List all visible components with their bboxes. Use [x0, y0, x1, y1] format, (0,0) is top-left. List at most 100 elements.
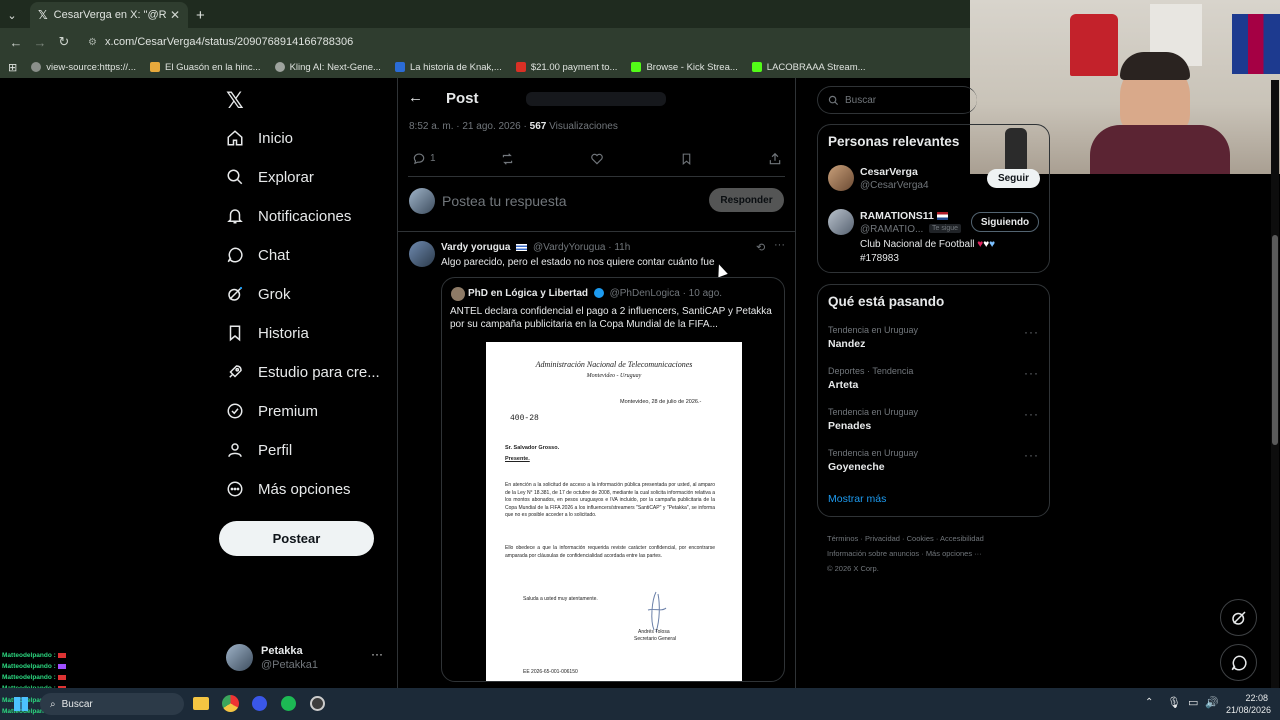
- more-icon[interactable]: ···: [1024, 448, 1039, 462]
- more-icon[interactable]: ···: [1024, 366, 1039, 380]
- reply-author[interactable]: Vardy yorugua: [441, 242, 510, 253]
- grok-small-icon[interactable]: ⟲: [756, 241, 765, 254]
- tab-title: CesarVerga en X: "@RAMATION: [53, 9, 166, 21]
- trend-item[interactable]: Tendencia en Uruguay Goyeneche ···: [818, 446, 1049, 486]
- document-image[interactable]: Administración Nacional de Telecomunicac…: [486, 342, 742, 681]
- trend-item[interactable]: Tendencia en Uruguay Penades ···: [818, 405, 1049, 445]
- show-more-link[interactable]: Mostrar más: [828, 493, 886, 505]
- nav-creator-studio[interactable]: Estudio para cre...: [226, 363, 380, 381]
- chat-line: Matteodelpando :: [2, 663, 66, 670]
- nav-chat[interactable]: Chat: [226, 246, 290, 264]
- clock[interactable]: 22:08 21/08/2026: [1226, 692, 1271, 716]
- share-icon[interactable]: [768, 152, 782, 166]
- taskbar-search[interactable]: ⌕ Buscar: [40, 693, 184, 715]
- apps-icon[interactable]: ⊞: [8, 61, 17, 74]
- avatar: [828, 209, 854, 235]
- network-icon[interactable]: ▭: [1188, 696, 1198, 709]
- footer-link[interactable]: Privacidad: [865, 534, 900, 543]
- messages-fab[interactable]: [1220, 644, 1257, 681]
- new-tab-button[interactable]: +: [188, 2, 213, 28]
- jersey-barcelona: [1232, 14, 1280, 74]
- footer-link[interactable]: Accesibilidad: [940, 534, 984, 543]
- trend-item[interactable]: Tendencia en Uruguay Nandez ···: [818, 323, 1049, 363]
- doc-closing: Saluda a usted muy atentamente.: [523, 596, 598, 602]
- person-hair: [1120, 52, 1190, 80]
- doc-paragraph-1: En atención a la solicitud de acceso a l…: [505, 482, 715, 518]
- nav-premium[interactable]: Premium: [226, 402, 318, 420]
- signature-icon: [647, 591, 667, 633]
- obs-icon[interactable]: [310, 696, 325, 711]
- account-switcher[interactable]: Petakka @Petakka1 ···: [226, 643, 386, 673]
- person-name[interactable]: CesarVerga: [860, 166, 918, 178]
- more-icon[interactable]: ···: [1024, 325, 1039, 339]
- tray-chevron-icon[interactable]: ⌃: [1145, 697, 1153, 708]
- bookmark-1[interactable]: view-source:https://...: [31, 62, 136, 73]
- scrollbar[interactable]: [1271, 80, 1279, 688]
- site-info-icon[interactable]: ⚙: [88, 37, 97, 48]
- like-icon[interactable]: [590, 152, 604, 166]
- person-name[interactable]: RAMATIONS11: [860, 210, 948, 222]
- chat-line: Matteodelpando :: [2, 652, 66, 659]
- bookmark-5[interactable]: $21.00 payment to...: [515, 62, 617, 73]
- bookmark-7[interactable]: LACOBRAAA Stream...: [751, 62, 866, 73]
- browser-tab[interactable]: 𝕏 CesarVerga en X: "@RAMATION ✕: [30, 2, 188, 28]
- nav-notifications[interactable]: Notificaciones: [226, 207, 351, 225]
- back-icon[interactable]: ←: [4, 35, 28, 50]
- nav-more[interactable]: Más opciones: [226, 480, 351, 498]
- x-logo-icon[interactable]: 𝕏: [226, 88, 244, 114]
- chat-icon: [1231, 654, 1247, 670]
- more-icon[interactable]: ···: [1024, 407, 1039, 421]
- chrome-icon[interactable]: [222, 695, 239, 712]
- spotify-icon[interactable]: [281, 696, 296, 711]
- x-favicon-icon: 𝕏: [38, 8, 48, 22]
- tab-list-button[interactable]: ⌄: [0, 2, 24, 28]
- footer-link[interactable]: Información sobre anuncios: [827, 549, 919, 558]
- reply-input[interactable]: Postea tu respuesta: [442, 193, 567, 209]
- forward-icon[interactable]: →: [28, 35, 52, 50]
- bell-icon: [227, 209, 243, 224]
- nav-profile[interactable]: Perfil: [226, 441, 292, 459]
- windows-start-icon[interactable]: [14, 697, 28, 711]
- scrollbar-thumb[interactable]: [1272, 235, 1278, 445]
- more-icon[interactable]: ···: [774, 239, 785, 251]
- back-arrow-icon[interactable]: ←: [408, 89, 423, 106]
- reply-action[interactable]: 1: [412, 151, 436, 165]
- quote-card[interactable]: PhD en Lógica y Libertad @PhDenLogica · …: [441, 277, 785, 682]
- ea-icon[interactable]: [252, 696, 267, 711]
- following-button[interactable]: Siguiendo: [971, 212, 1039, 232]
- more-icon[interactable]: ···: [371, 647, 383, 661]
- reload-icon[interactable]: ↻: [52, 34, 76, 50]
- flag-icon: [57, 674, 66, 680]
- chat-line: Matteodelpando :: [2, 674, 66, 681]
- footer-link[interactable]: Cookies: [907, 534, 934, 543]
- grok-fab[interactable]: [1220, 599, 1257, 636]
- nav-explore[interactable]: Explorar: [226, 168, 314, 186]
- copyright: © 2026 X Corp.: [827, 564, 879, 573]
- trend-item[interactable]: Deportes · Tendencia Arteta ···: [818, 364, 1049, 404]
- microphone-icon[interactable]: 🎙: [1167, 696, 1181, 709]
- follow-button[interactable]: Seguir: [987, 169, 1040, 188]
- bookmark-action-icon[interactable]: [680, 152, 693, 166]
- bookmark-2[interactable]: El Guasón en la hinc...: [149, 62, 261, 73]
- bookmark-4[interactable]: La historia de Knak,...: [394, 62, 502, 73]
- blurred-header-bar: [526, 92, 666, 106]
- nav-grok[interactable]: Grok: [226, 285, 291, 303]
- chat-icon: [227, 247, 243, 263]
- bookmark-3[interactable]: Kling AI: Next-Gene...: [274, 62, 381, 73]
- file-explorer-icon[interactable]: [193, 697, 209, 710]
- volume-icon[interactable]: 🔊: [1205, 696, 1219, 709]
- footer-link[interactable]: Más opciones ···: [926, 549, 982, 558]
- footer-link[interactable]: Términos: [827, 534, 858, 543]
- repost-icon[interactable]: [500, 152, 515, 166]
- nav-history[interactable]: Historia: [226, 324, 309, 342]
- rocket-icon: [229, 365, 242, 378]
- close-tab-icon[interactable]: ✕: [170, 8, 180, 22]
- reply-button[interactable]: Responder: [709, 188, 784, 212]
- quote-text: ANTEL declara confidencial el pago a 2 i…: [450, 306, 772, 330]
- bookmark-6[interactable]: Browse - Kick Strea...: [631, 62, 738, 73]
- url-field[interactable]: ⚙ x.com/CesarVerga4/status/2090768914166…: [88, 36, 353, 48]
- nav-home[interactable]: Inicio: [226, 129, 293, 147]
- grok-icon: [228, 286, 243, 301]
- post-button[interactable]: Postear: [219, 521, 374, 556]
- search-box[interactable]: Buscar: [817, 86, 977, 114]
